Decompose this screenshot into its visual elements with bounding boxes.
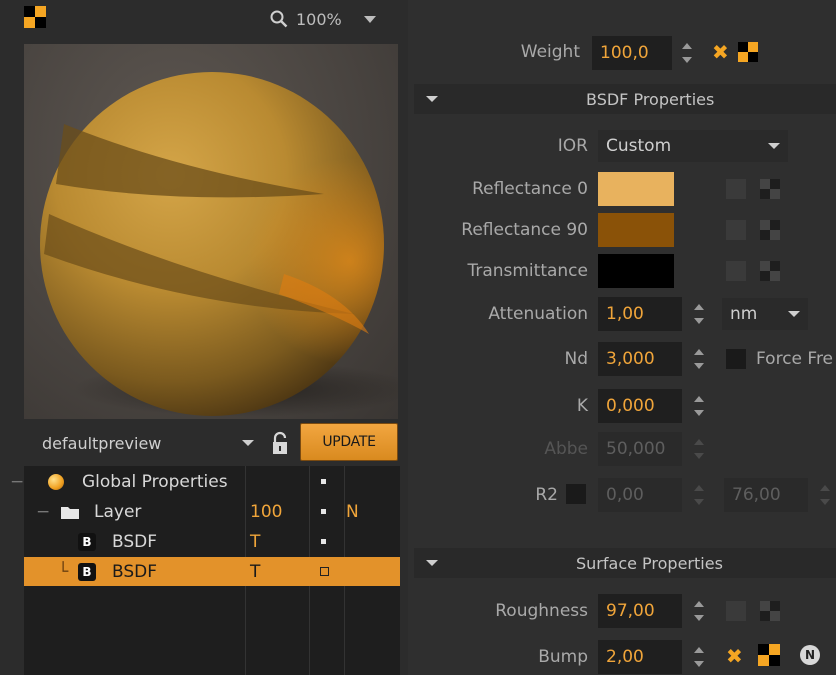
- transmittance-label: Transmittance: [467, 261, 588, 281]
- visibility-dot[interactable]: [321, 497, 326, 526]
- tree-row-global-properties[interactable]: − Global Properties: [10, 467, 400, 496]
- clear-texture-icon[interactable]: ✖: [726, 644, 743, 668]
- r2-max-spinner: [820, 485, 830, 505]
- roughness-input[interactable]: 97,00: [598, 594, 682, 628]
- abbe-label: Abbe: [544, 439, 588, 459]
- material-preview[interactable]: [24, 44, 398, 419]
- chevron-down-icon[interactable]: [363, 15, 376, 23]
- r2-max-input: 76,00: [724, 478, 808, 512]
- force-fresnel-label: Force Fre: [756, 349, 834, 369]
- attenuation-label: Attenuation: [488, 304, 588, 324]
- nd-spinner[interactable]: [692, 344, 706, 374]
- child-connector-icon: └: [58, 561, 69, 582]
- texture-slot[interactable]: [726, 261, 746, 281]
- tree-row-label: BSDF: [112, 531, 158, 552]
- tree-row-bsdf-selected[interactable]: └ B BSDF T: [24, 557, 400, 586]
- material-thumbnail-icon[interactable]: [24, 6, 46, 28]
- bump-label: Bump: [538, 647, 588, 667]
- reflectance90-label: Reflectance 90: [461, 220, 588, 240]
- attenuation-unit-select[interactable]: nm: [722, 298, 808, 330]
- weight-spinner[interactable]: [680, 38, 694, 68]
- attenuation-spinner[interactable]: [692, 299, 706, 329]
- tree-row-bsdf[interactable]: B BSDF T: [24, 527, 400, 556]
- section-title: Surface Properties: [576, 553, 723, 573]
- clear-texture-icon[interactable]: ✖: [712, 40, 729, 64]
- abbe-input: 50,000: [598, 432, 682, 466]
- texture-map-icon[interactable]: [738, 42, 758, 62]
- reflectance90-color-swatch[interactable]: [598, 213, 674, 247]
- texture-map-icon[interactable]: [760, 220, 780, 240]
- reflectance0-label: Reflectance 0: [472, 179, 588, 199]
- collapse-icon[interactable]: −: [10, 467, 24, 496]
- roughness-spinner[interactable]: [692, 596, 706, 626]
- tree-row-layer[interactable]: − Layer 100 N: [24, 497, 400, 526]
- k-label: K: [576, 396, 588, 416]
- chevron-down-icon: [242, 440, 254, 446]
- ior-label: IOR: [557, 136, 588, 156]
- sphere-icon: [48, 467, 64, 496]
- collapse-arrow-icon[interactable]: [426, 560, 438, 566]
- bsdf-badge-icon: B: [78, 557, 96, 586]
- texture-slot[interactable]: [726, 220, 746, 240]
- unit-value: nm: [730, 304, 758, 324]
- ior-value: Custom: [606, 136, 672, 156]
- bump-spinner[interactable]: [692, 642, 706, 672]
- bsdf-type[interactable]: T: [250, 557, 260, 586]
- abbe-spinner: [694, 439, 704, 459]
- lock-icon[interactable]: [270, 430, 290, 456]
- ior-select[interactable]: Custom: [598, 130, 788, 162]
- bsdf-properties-header[interactable]: BSDF Properties: [414, 84, 836, 114]
- collapse-icon[interactable]: −: [36, 497, 50, 526]
- reflectance0-color-swatch[interactable]: [598, 172, 674, 206]
- bsdf-type[interactable]: T: [250, 527, 260, 556]
- section-title: BSDF Properties: [586, 89, 715, 109]
- tree-row-label: Layer: [94, 501, 142, 522]
- bsdf-badge-icon: B: [78, 527, 96, 556]
- layer-flag[interactable]: N: [346, 497, 359, 526]
- normal-map-icon[interactable]: N: [800, 645, 820, 665]
- attenuation-input[interactable]: 1,00: [598, 297, 682, 331]
- texture-slot[interactable]: [726, 179, 746, 199]
- tree-row-label: BSDF: [112, 561, 158, 582]
- sphere-render: [40, 72, 398, 417]
- r2-min-input: 0,00: [598, 478, 682, 512]
- r2-label: R2: [535, 485, 558, 505]
- nd-label: Nd: [564, 349, 588, 369]
- folder-icon: [60, 497, 80, 526]
- collapse-arrow-icon[interactable]: [426, 96, 438, 102]
- texture-map-icon[interactable]: [760, 261, 780, 281]
- preset-value: defaultpreview: [42, 433, 162, 453]
- r2-min-spinner: [694, 485, 704, 505]
- surface-properties-header[interactable]: Surface Properties: [414, 548, 836, 578]
- chevron-down-icon: [788, 311, 800, 317]
- chevron-down-icon: [768, 143, 780, 149]
- force-fresnel-checkbox[interactable]: [726, 349, 746, 369]
- zoom-level: 100%: [296, 9, 342, 29]
- texture-map-icon[interactable]: [760, 179, 780, 199]
- transmittance-color-swatch[interactable]: [598, 254, 674, 288]
- texture-map-icon[interactable]: [758, 644, 780, 666]
- update-button[interactable]: UPDATE: [300, 423, 398, 461]
- bump-input[interactable]: 2,00: [598, 640, 682, 674]
- tree-row-label: Global Properties: [82, 471, 228, 492]
- zoom-control[interactable]: 100%: [270, 6, 376, 32]
- preview-preset-select[interactable]: defaultpreview: [34, 426, 262, 460]
- search-icon: [270, 10, 288, 28]
- k-input[interactable]: 0,000: [598, 389, 682, 423]
- visibility-square[interactable]: [320, 557, 329, 586]
- texture-map-icon[interactable]: [760, 601, 780, 621]
- r2-checkbox[interactable]: [566, 484, 586, 504]
- weight-label: Weight: [520, 42, 580, 62]
- layer-opacity[interactable]: 100: [250, 497, 282, 526]
- visibility-dot[interactable]: [321, 467, 326, 496]
- roughness-label: Roughness: [495, 601, 588, 621]
- texture-slot[interactable]: [726, 601, 746, 621]
- weight-input[interactable]: 100,0: [592, 36, 672, 70]
- visibility-dot[interactable]: [321, 527, 326, 556]
- nd-input[interactable]: 3,000: [598, 342, 682, 376]
- k-spinner[interactable]: [692, 391, 706, 421]
